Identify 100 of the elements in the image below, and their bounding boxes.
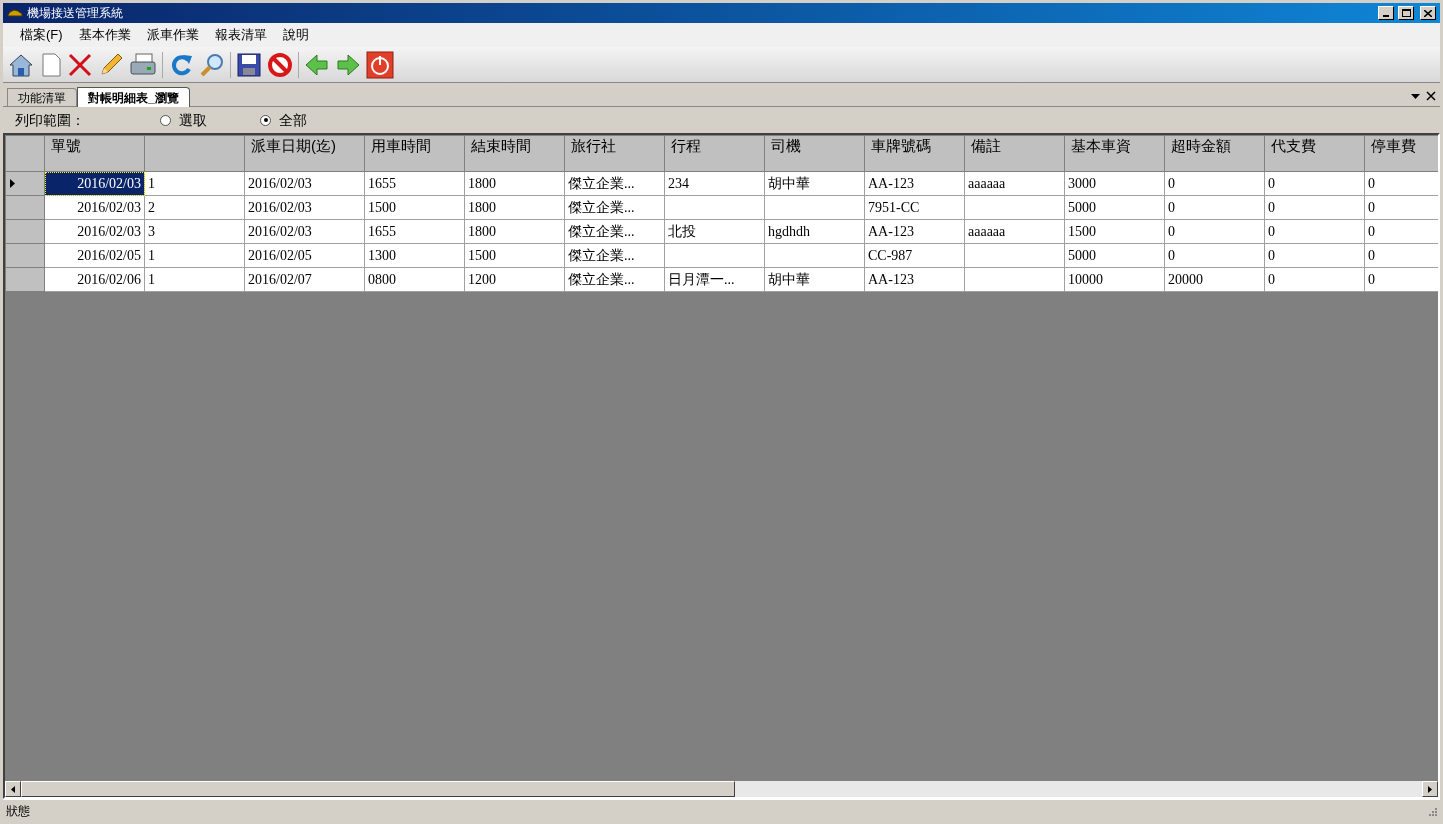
column-header[interactable]: 單號 (44, 135, 145, 172)
table-cell: 1800 (464, 171, 565, 196)
table-cell: 1300 (364, 243, 465, 268)
close-button[interactable] (1420, 6, 1436, 20)
radio-option[interactable]: 選取 (160, 109, 260, 131)
table-cell: 1500 (1064, 219, 1165, 244)
table-cell: 北投 (664, 219, 765, 244)
table-cell: 0 (1264, 219, 1365, 244)
column-header[interactable]: 用車時間 (364, 135, 465, 172)
status-text: 狀態 (6, 802, 30, 820)
column-header[interactable]: 停車費 (1364, 135, 1438, 172)
table-cell: 1655 (364, 219, 465, 244)
table-cell: 0 (1264, 195, 1365, 220)
table-cell: 0 (1264, 171, 1365, 196)
table-cell: 傑立企業... (564, 243, 665, 268)
column-header[interactable]: 車牌號碼 (864, 135, 965, 172)
save-icon[interactable] (236, 51, 262, 78)
column-header[interactable]: 行程 (664, 135, 765, 172)
table-cell: 1800 (464, 195, 565, 220)
table-cell: 234 (664, 171, 765, 196)
table-cell: AA-123 (864, 171, 965, 196)
horizontal-scrollbar[interactable] (5, 781, 1438, 797)
table-cell: hgdhdh (764, 219, 865, 244)
table-cell: 2016/02/05 (44, 243, 145, 268)
row-header[interactable] (5, 171, 45, 196)
car-icon (7, 8, 23, 18)
column-header[interactable]: 基本車資 (1064, 135, 1165, 172)
table-cell: 1655 (364, 171, 465, 196)
table-cell: 0800 (364, 267, 465, 292)
table-cell: 2016/02/06 (44, 267, 145, 292)
table-cell: CC-987 (864, 243, 965, 268)
table-cell: 1500 (464, 243, 565, 268)
pencil-icon[interactable] (98, 51, 124, 78)
column-header[interactable]: 備註 (964, 135, 1065, 172)
column-header[interactable]: 司機 (764, 135, 865, 172)
table-cell: AA-123 (864, 267, 965, 292)
table-cell: 0 (1164, 171, 1265, 196)
table-cell: 2016/02/03 (244, 195, 365, 220)
window-title: 機場接送管理系統 (27, 5, 123, 22)
menu-item[interactable]: 檔案(F) (13, 25, 70, 45)
column-header[interactable]: 代支費 (1264, 135, 1365, 172)
tab[interactable]: 功能清單 (7, 88, 77, 106)
table-cell: 1 (144, 171, 245, 196)
table-cell: 2016/02/03 (244, 171, 365, 196)
table-cell: 0 (1164, 219, 1265, 244)
printer-icon[interactable] (129, 51, 157, 78)
tab[interactable]: 對帳明細表_瀏覽 (77, 87, 190, 107)
table-cell: 2016/02/03 (44, 195, 145, 220)
stop-icon[interactable] (267, 51, 293, 78)
table-cell: 3000 (1064, 171, 1165, 196)
table-cell: 0 (1164, 195, 1265, 220)
table-cell: 1 (144, 243, 245, 268)
table-cell: 胡中華 (764, 267, 865, 292)
table-cell: 2016/02/07 (244, 267, 365, 292)
close-icon (1424, 9, 1432, 17)
table-cell: 5000 (1064, 195, 1165, 220)
table-cell: 1 (144, 267, 245, 292)
row-indicator-icon (10, 179, 15, 188)
table-cell: 3 (144, 219, 245, 244)
right-arrow-icon[interactable] (335, 51, 361, 78)
delete-icon[interactable] (67, 51, 93, 78)
table-cell: 20000 (1164, 267, 1265, 292)
radio-option[interactable]: 全部 (260, 109, 360, 131)
minimize-button[interactable] (1378, 6, 1394, 20)
column-header[interactable]: 結束時間 (464, 135, 565, 172)
table-cell: 2016/02/03 (44, 219, 145, 244)
column-header[interactable]: 超時金額 (1164, 135, 1265, 172)
column-header[interactable]: 旅行社 (564, 135, 665, 172)
scrollbar-thumb[interactable] (21, 781, 735, 797)
table-cell: aaaaaa (964, 171, 1065, 196)
table-cell: 2016/02/03 (44, 171, 145, 196)
dropdown-arrow-icon[interactable] (1411, 94, 1420, 100)
table-cell: 0 (1264, 267, 1365, 292)
menu-item[interactable]: 派車作業 (139, 25, 206, 45)
table-cell: 傑立企業... (564, 267, 665, 292)
right-arrow-icon (1428, 785, 1432, 793)
table-cell: aaaaaa (964, 219, 1065, 244)
table-cell: 0 (1264, 243, 1365, 268)
table-cell: 2016/02/03 (244, 219, 365, 244)
menu-item[interactable]: 基本作業 (71, 25, 138, 45)
print-range-label: 列印範圍： (15, 110, 86, 130)
table-cell: 胡中華 (764, 171, 865, 196)
maximize-button[interactable] (1398, 6, 1414, 20)
scroll-right-button[interactable] (1422, 781, 1438, 797)
left-arrow-icon (11, 785, 15, 793)
table-cell: 傑立企業... (564, 219, 665, 244)
table-cell: 傑立企業... (564, 195, 665, 220)
table-cell: 10000 (1064, 267, 1165, 292)
close-icon[interactable] (1426, 91, 1436, 101)
table-cell: 2 (144, 195, 245, 220)
search-icon[interactable] (199, 51, 225, 78)
power-icon[interactable] (366, 50, 394, 79)
resize-grip-icon[interactable] (1427, 805, 1437, 816)
column-header[interactable]: 派車日期(迄) (244, 135, 365, 172)
table-cell: 傑立企業... (564, 171, 665, 196)
left-arrow-icon[interactable] (304, 51, 330, 78)
menu-item[interactable]: 報表清單 (207, 25, 274, 45)
menu-item[interactable]: 說明 (275, 25, 316, 45)
table-cell: 日月潭一... (664, 267, 765, 292)
scroll-left-button[interactable] (5, 781, 21, 797)
